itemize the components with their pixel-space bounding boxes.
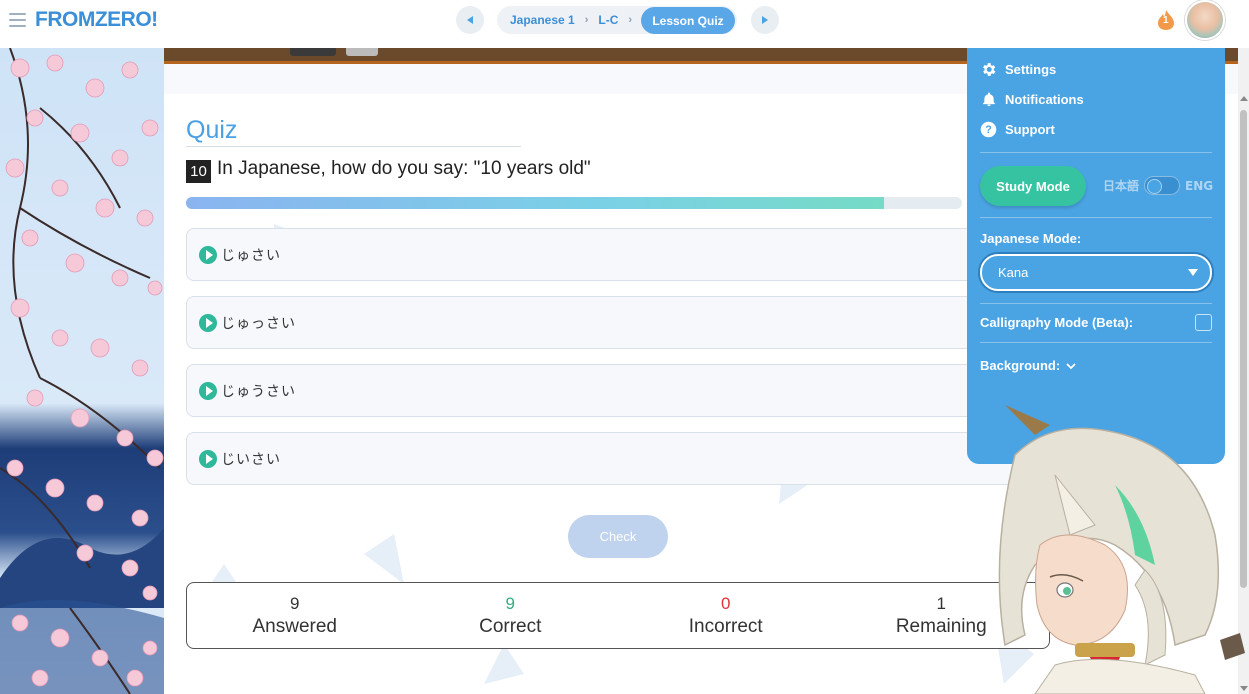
menu-item-settings[interactable]: Settings (980, 61, 1056, 78)
menu-item-notifications[interactable]: Notifications (980, 91, 1084, 108)
stat-value: 9 (505, 593, 515, 613)
quiz-title: Quiz (186, 116, 238, 144)
calligraphy-mode-label: Calligraphy Mode (Beta): (980, 315, 1134, 330)
lesson-strip-tab[interactable] (346, 48, 378, 56)
divider (980, 217, 1212, 218)
language-option-english: ENG (1185, 178, 1214, 193)
answer-option-label: じゅさい (221, 247, 281, 264)
fromzero-logo[interactable]: FROMZERO! (35, 8, 158, 32)
stat-value: 1 (936, 593, 946, 613)
streak-counter[interactable]: 1 (1157, 9, 1175, 31)
chevron-right-icon: › (628, 14, 633, 26)
svg-text:?: ? (985, 124, 991, 136)
hamburger-menu-icon[interactable] (9, 13, 26, 27)
background-selector[interactable]: Background: (980, 358, 1076, 373)
chevron-down-icon (1066, 362, 1076, 369)
stat-label: Remaining (895, 615, 987, 637)
calligraphy-mode-checkbox[interactable] (1195, 314, 1212, 331)
study-mode-button[interactable]: Study Mode (980, 166, 1086, 206)
gear-icon (980, 61, 997, 78)
language-switch[interactable] (1144, 176, 1181, 195)
user-avatar[interactable] (1185, 0, 1225, 40)
next-lesson-button[interactable] (751, 6, 779, 34)
play-audio-icon[interactable] (199, 313, 217, 332)
japanese-mode-select[interactable]: Kana (980, 254, 1212, 291)
stat-value: 9 (290, 593, 300, 613)
lesson-strip-tab[interactable] (290, 48, 336, 56)
stat-label: Answered (252, 615, 338, 637)
divider (980, 342, 1212, 343)
background-label: Background: (980, 358, 1061, 373)
triangle-right-icon (762, 16, 768, 24)
mascot-character-illustration (998, 405, 1245, 694)
japanese-mode-label: Japanese Mode: (980, 231, 1082, 246)
streak-count: 1 (1163, 15, 1169, 26)
language-option-japanese: 日本語 (1103, 179, 1140, 193)
caret-down-icon (1188, 269, 1198, 276)
question-number-badge: 10 (186, 160, 211, 183)
stat-label: Incorrect (688, 615, 763, 637)
triangle-left-icon (467, 16, 473, 24)
top-bar: FROMZERO! Japanese 1 › L-C › Lesson Quiz… (0, 0, 1249, 48)
breadcrumb-japanese-1[interactable]: Japanese 1 (510, 13, 575, 27)
answer-option[interactable]: じいさい (186, 432, 1086, 485)
question-text: In Japanese, how do you say: "10 years o… (217, 158, 591, 179)
play-audio-icon[interactable] (199, 381, 217, 400)
answer-option[interactable]: じゅうさい (186, 364, 1086, 417)
menu-item-label: Support (1005, 122, 1055, 137)
check-button[interactable]: Check (568, 515, 668, 558)
divider (980, 303, 1212, 304)
quiz-stats: 9 Answered 9 Correct 0 Incorrect 1 Remai… (186, 582, 1050, 649)
quiz-progress-fill (186, 197, 885, 209)
stat-answered: 9 Answered (187, 583, 403, 648)
menu-item-support[interactable]: ? Support (980, 121, 1055, 138)
menu-item-label: Settings (1005, 62, 1057, 77)
answer-option-label: じゅうさい (221, 383, 296, 400)
play-audio-icon[interactable] (199, 449, 217, 468)
play-audio-icon[interactable] (199, 245, 217, 264)
cherry-blossom-background (0, 48, 164, 694)
breadcrumb-lesson[interactable]: L-C (598, 13, 618, 27)
quiz-progress-bar (186, 197, 962, 209)
question-icon: ? (980, 121, 997, 138)
chevron-right-icon: › (584, 14, 589, 26)
answer-option-label: じいさい (221, 451, 281, 468)
answer-option[interactable]: じゅさい (186, 228, 1086, 281)
stat-incorrect: 0 Incorrect (618, 583, 834, 648)
divider (980, 152, 1212, 153)
stat-correct: 9 Correct (403, 583, 619, 648)
bell-icon (980, 91, 997, 108)
menu-item-label: Notifications (1005, 92, 1084, 107)
scroll-up-arrow-icon[interactable] (1240, 96, 1248, 101)
breadcrumb-current-lesson-quiz[interactable]: Lesson Quiz (641, 7, 735, 34)
answer-option-label: じゅっさい (221, 315, 296, 332)
previous-lesson-button[interactable] (456, 6, 484, 34)
divider (186, 146, 521, 147)
japanese-mode-value: Kana (998, 265, 1029, 280)
stat-label: Correct (479, 615, 542, 637)
language-toggle[interactable]: 日本語 ENG (1103, 176, 1213, 195)
stat-value: 0 (721, 593, 731, 613)
answer-option[interactable]: じゅっさい (186, 296, 1086, 349)
